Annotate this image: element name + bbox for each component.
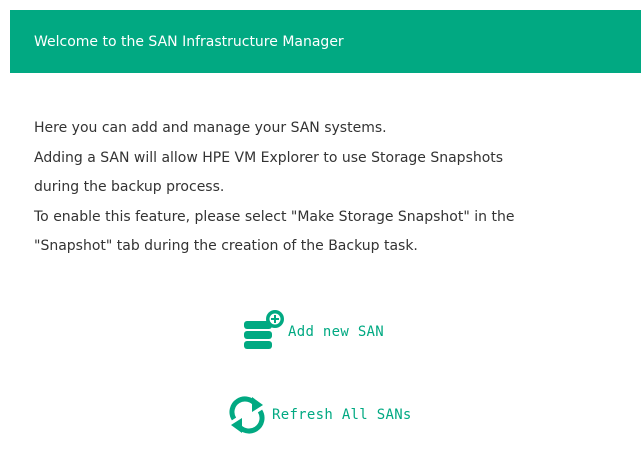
add-new-san-button[interactable]: Add new SAN bbox=[240, 308, 384, 352]
refresh-all-sans-button[interactable]: Refresh All SANs bbox=[226, 393, 412, 437]
description-line: Here you can add and manage your SAN sys… bbox=[34, 120, 387, 136]
description-line: To enable this feature, please select "M… bbox=[34, 208, 515, 225]
description-line: Adding a SAN will allow HPE VM Explorer … bbox=[34, 149, 504, 166]
description-line: "Snapshot" tab during the creation of th… bbox=[34, 238, 418, 254]
refresh-all-sans-label[interactable]: Refresh All SANs bbox=[272, 407, 412, 423]
description-block: Here you can add and manage your SAN sys… bbox=[34, 114, 634, 262]
refresh-icon[interactable] bbox=[226, 393, 268, 437]
description-line: during the backup process. bbox=[34, 179, 225, 195]
storage-add-icon[interactable] bbox=[240, 308, 286, 352]
add-new-san-label[interactable]: Add new SAN bbox=[288, 324, 384, 340]
header-bar: Welcome to the SAN Infrastructure Manage… bbox=[10, 10, 641, 73]
header-title: Welcome to the SAN Infrastructure Manage… bbox=[34, 33, 344, 50]
